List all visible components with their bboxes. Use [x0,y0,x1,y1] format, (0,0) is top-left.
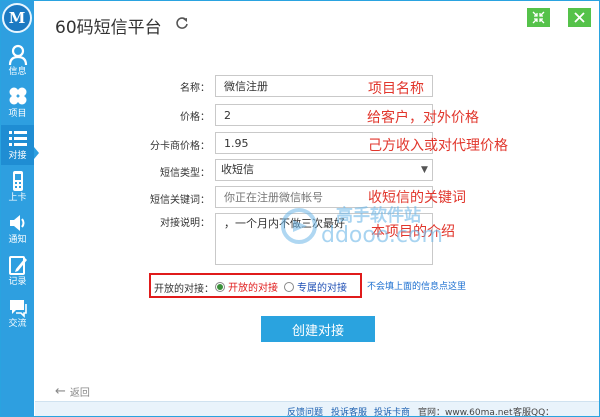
sidebar-item-label: 通知 [8,235,27,245]
app-logo: M [2,3,32,33]
radio-checked-icon [215,281,225,292]
name-label: 名称： [180,83,210,94]
description-label: 对接说明： [160,218,210,229]
refresh-icon[interactable] [175,16,189,30]
collapse-icon [532,11,545,24]
note-icon [8,256,27,275]
arrow-left-icon: ← [55,384,66,399]
phone-icon [12,171,23,191]
support-qq: 客服QQ：800191985 [513,408,555,417]
sms-type-select[interactable]: 收短信 [215,159,433,181]
complain-card-link[interactable]: 投诉卡商 [374,405,410,417]
app-window: M 信息 项目 对接 上卡 通知 记录 交流 60码短信平台 名称： 微信注册 … [0,0,600,417]
sidebar-item-integration[interactable]: 对接 [1,125,34,165]
sms-type-label: 短信类型： [160,168,210,179]
sidebar-item-label: 项目 [8,109,27,119]
feedback-link[interactable]: 反馈问题 [287,405,323,417]
sidebar-item-label: 上卡 [8,193,27,203]
dealer-price-label: 分卡商价格： [150,141,210,152]
sidebar-item-label: 交流 [8,319,27,329]
open-radio-label: 开放的对接 [228,283,278,294]
chat-icon [9,300,27,318]
speaker-icon [9,215,24,231]
watermark-domain: ddooo.com [321,223,443,248]
close-icon [574,12,585,23]
back-label: 返回 [69,388,90,399]
private-radio[interactable]: 专属的对接 [284,279,347,294]
user-icon [8,44,27,66]
name-annotation: 项目名称 [368,81,424,97]
sidebar-item-notify[interactable]: 通知 [1,209,34,249]
keyword-label: 短信关键词： [150,195,210,206]
open-radio[interactable]: 开放的对接 [215,279,278,294]
dealer-price-annotation: 己方收入或对代理价格 [368,138,508,154]
website-link[interactable]: 官网：www.60ma.net [418,405,512,417]
list-icon [8,131,27,146]
close-button[interactable] [568,8,591,27]
sidebar-item-projects[interactable]: 项目 [1,83,34,123]
complain-support-link[interactable]: 投诉客服 [331,405,367,417]
help-link[interactable]: 不会填上面的信息点这里 [367,279,466,292]
sidebar-item-info[interactable]: 信息 [1,41,34,81]
sidebar-item-records[interactable]: 记录 [1,251,34,291]
page-title: 60码短信平台 [55,18,162,38]
sidebar-item-card[interactable]: 上卡 [1,167,34,207]
minimize-button[interactable] [527,8,550,27]
price-label: 价格： [180,112,210,123]
radio-unchecked-icon [284,281,294,292]
price-annotation: 给客户，对外价格 [367,110,479,126]
sidebar-item-label: 信息 [8,67,27,77]
sidebar: M 信息 项目 对接 上卡 通知 记录 交流 [1,1,34,416]
sidebar-item-label: 对接 [8,151,27,161]
active-nav-indicator [34,147,39,159]
create-button[interactable]: 创建对接 [261,316,375,342]
private-radio-label: 专属的对接 [297,283,347,294]
open-label: 开放的对接： [154,284,214,295]
back-button[interactable]: ← 返回 [55,384,90,399]
clover-icon [9,87,26,105]
sidebar-item-label: 记录 [8,277,27,287]
sidebar-item-chat[interactable]: 交流 [1,293,34,333]
logo-text: M [8,9,26,27]
